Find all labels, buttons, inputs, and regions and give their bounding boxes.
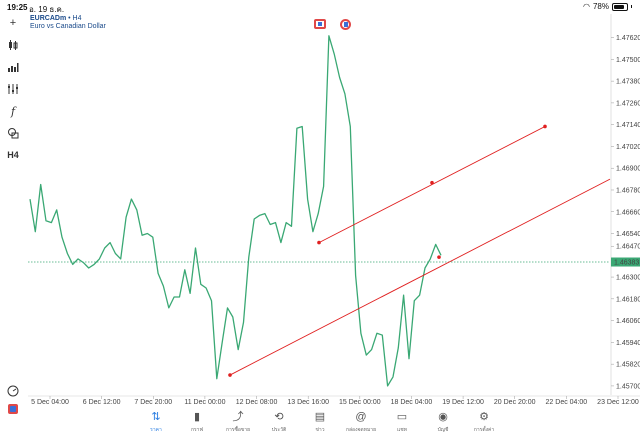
buy-button[interactable] bbox=[340, 19, 351, 30]
status-bar: 19:25 อ. 19 ธ.ค. ◠ 78% bbox=[0, 0, 640, 14]
time-tick-label: 15 Dec 00:00 bbox=[339, 399, 381, 406]
bottom-navigation: ⇅ ราคา ▮ กราฟ ⤴ การซื้อขาย ⟲ ประวัติ ▤ ข่าว @ กล่อง… bbox=[0, 408, 640, 447]
nav-item-label: การซื้อขาย bbox=[225, 427, 251, 433]
time-tick-label: 20 Dec 20:00 bbox=[494, 399, 536, 406]
nav-item-label: กล่องจดหมาย bbox=[345, 427, 377, 433]
time-tick-label: 23 Dec 12:00 bbox=[597, 399, 639, 406]
time-tick-label: 7 Dec 20:00 bbox=[134, 399, 172, 406]
nav-item-label: ข่าว bbox=[315, 427, 325, 433]
symbol-description: Euro vs Canadian Dollar bbox=[30, 23, 106, 30]
symbol-header: EURCADm • H4 Euro vs Canadian Dollar bbox=[30, 15, 106, 30]
price-tick-label: 1.46300 bbox=[616, 275, 640, 282]
nav-item-label: ประวัติ bbox=[271, 427, 287, 433]
time-tick-label: 19 Dec 12:00 bbox=[442, 399, 484, 406]
time-tick-label: 12 Dec 08:00 bbox=[236, 399, 278, 406]
battery-tip bbox=[631, 5, 632, 8]
chart-icon: ▮ bbox=[193, 411, 201, 423]
nav-item-history[interactable]: ⟲ ประวัติ bbox=[259, 408, 300, 447]
time-tick-label: 6 Dec 12:00 bbox=[83, 399, 121, 406]
trendline-anchor bbox=[437, 255, 441, 259]
status-time: 19:25 bbox=[7, 3, 28, 12]
trendline-lower bbox=[229, 178, 611, 376]
price-tick-label: 1.46540 bbox=[616, 231, 640, 238]
wifi-icon: ◠ bbox=[583, 2, 590, 11]
time-tick-label: 5 Dec 04:00 bbox=[31, 399, 69, 406]
price-tick-label: 1.46780 bbox=[616, 187, 640, 194]
trendline-anchor bbox=[430, 180, 434, 185]
symbol-timeframe: H4 bbox=[72, 15, 82, 22]
price-tick-label: 1.47620 bbox=[616, 35, 640, 42]
settings-icon: ⚙ bbox=[479, 411, 489, 423]
app-root: 1.47620 1.47500 1.47380 1.47260 1.47140 1.470… bbox=[0, 0, 640, 447]
price-tick-label: 1.47020 bbox=[616, 144, 640, 151]
sell-button[interactable] bbox=[314, 19, 326, 29]
history-icon: ⟲ bbox=[274, 411, 284, 423]
nav-item-label: การตั้งค่า bbox=[473, 427, 495, 433]
timeframe-button[interactable]: H4 bbox=[6, 148, 20, 162]
time-tick-label: 13 Dec 16:00 bbox=[287, 399, 329, 406]
time-tick-label: 18 Dec 04:00 bbox=[391, 399, 433, 406]
trade-icon: ⤴ bbox=[232, 411, 244, 423]
price-tick-label: 1.46060 bbox=[616, 318, 640, 325]
function-icon[interactable]: f bbox=[6, 104, 20, 118]
current-price-label: 1.46383 bbox=[614, 260, 639, 267]
nav-item-label: ราคา bbox=[150, 427, 162, 433]
nav-item-chart[interactable]: ▮ กราฟ bbox=[177, 408, 218, 447]
trendline-anchor bbox=[228, 373, 232, 377]
mailbox-icon: @ bbox=[355, 411, 367, 423]
price-tick-label: 1.46180 bbox=[616, 296, 640, 303]
candles-icon[interactable] bbox=[6, 38, 20, 52]
gauge-icon[interactable] bbox=[6, 384, 20, 398]
nav-item-trade[interactable]: ⤴ การซื้อขาย bbox=[218, 408, 259, 447]
volume-bars-icon[interactable] bbox=[6, 60, 20, 74]
price-chart[interactable]: 1.47620 1.47500 1.47380 1.47260 1.47140 1.470… bbox=[0, 0, 640, 447]
price-tick-label: 1.47260 bbox=[616, 100, 640, 107]
price-tick-label: 1.46470 bbox=[616, 244, 640, 251]
price-tick-label: 1.47140 bbox=[616, 122, 640, 129]
nav-item-account[interactable]: ◉ บัญชี bbox=[423, 408, 464, 447]
symbol-name: EURCADm bbox=[30, 15, 67, 22]
nav-item-label: บัญชี bbox=[437, 427, 449, 433]
nav-item-settings[interactable]: ⚙ การตั้งค่า bbox=[464, 408, 505, 447]
battery-icon bbox=[612, 2, 628, 11]
time-tick-label: 22 Dec 04:00 bbox=[546, 399, 588, 406]
quotes-icon: ⇅ bbox=[151, 411, 161, 423]
nav-item-chat[interactable]: ▭ แชท bbox=[382, 408, 423, 447]
price-tick-label: 1.46660 bbox=[616, 209, 640, 216]
nav-item-label: กราฟ bbox=[190, 427, 204, 433]
account-icon: ◉ bbox=[438, 411, 448, 423]
objects-icon[interactable] bbox=[6, 126, 20, 140]
trendline-anchor bbox=[317, 240, 321, 245]
status-right: ◠ 78% bbox=[583, 2, 632, 11]
price-tick-label: 1.45820 bbox=[616, 362, 640, 369]
price-tick-label: 1.45700 bbox=[616, 383, 640, 390]
nav-item-quotes[interactable]: ⇅ ราคา bbox=[136, 408, 177, 447]
price-tick-label: 1.47380 bbox=[616, 79, 640, 86]
time-tick-label: 11 Dec 00:00 bbox=[184, 399, 225, 406]
price-tick-label: 1.45940 bbox=[616, 340, 640, 347]
crosshair-icon[interactable]: + bbox=[6, 16, 20, 30]
quick-trade-buttons bbox=[314, 19, 351, 30]
nav-item-news[interactable]: ▤ ข่าว bbox=[300, 408, 341, 447]
chart-toolbar: + f H4 bbox=[0, 14, 26, 414]
indicators-icon[interactable] bbox=[6, 82, 20, 96]
price-tick-label: 1.46900 bbox=[616, 166, 640, 173]
nav-item-label: แชท bbox=[397, 427, 407, 433]
trendline-anchor bbox=[543, 124, 547, 129]
battery-percent: 78% bbox=[592, 2, 609, 11]
news-icon: ▤ bbox=[314, 411, 326, 423]
price-series-line bbox=[29, 35, 442, 387]
nav-item-mailbox[interactable]: @ กล่องจดหมาย bbox=[341, 408, 382, 447]
chat-icon: ▭ bbox=[396, 411, 408, 423]
price-tick-label: 1.47500 bbox=[616, 57, 640, 64]
